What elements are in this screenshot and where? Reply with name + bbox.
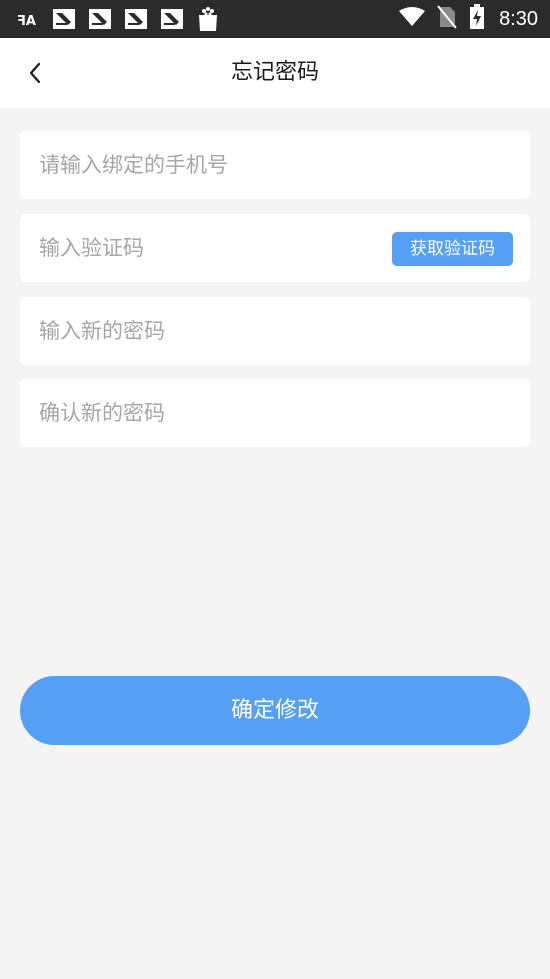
confirm-change-button[interactable]: 确定修改: [20, 676, 530, 745]
font-app-icon: ꟻA: [16, 8, 40, 30]
page-title: 忘记密码: [230, 60, 319, 85]
get-code-button[interactable]: 获取验证码: [392, 232, 513, 266]
image-notification-icon: [160, 8, 184, 30]
confirm-password-input[interactable]: [20, 379, 530, 447]
clock: 8:30: [499, 7, 538, 30]
code-field: 获取验证码: [20, 214, 530, 282]
phone-field: [20, 131, 530, 199]
new-password-input[interactable]: [20, 297, 530, 365]
image-notification-icon: [52, 8, 76, 30]
navigation-bar: 忘记密码: [0, 38, 550, 108]
battery-charging-icon: [469, 4, 485, 34]
shopping-bag-icon: [196, 7, 220, 31]
svg-text:ꟻA: ꟻA: [17, 14, 36, 27]
new-password-field: [20, 297, 530, 365]
no-sim-icon: [437, 5, 457, 33]
phone-input[interactable]: [20, 131, 530, 199]
system-icons: 8:30: [399, 4, 538, 34]
confirm-password-field: [20, 379, 530, 447]
back-button[interactable]: [20, 58, 50, 88]
image-notification-icon: [124, 8, 148, 30]
notification-icons: ꟻA: [16, 6, 220, 32]
wifi-icon: [399, 7, 426, 31]
image-notification-icon: [88, 8, 112, 30]
chevron-left-icon: [29, 62, 41, 84]
status-bar: ꟻA 8:30: [0, 0, 550, 38]
